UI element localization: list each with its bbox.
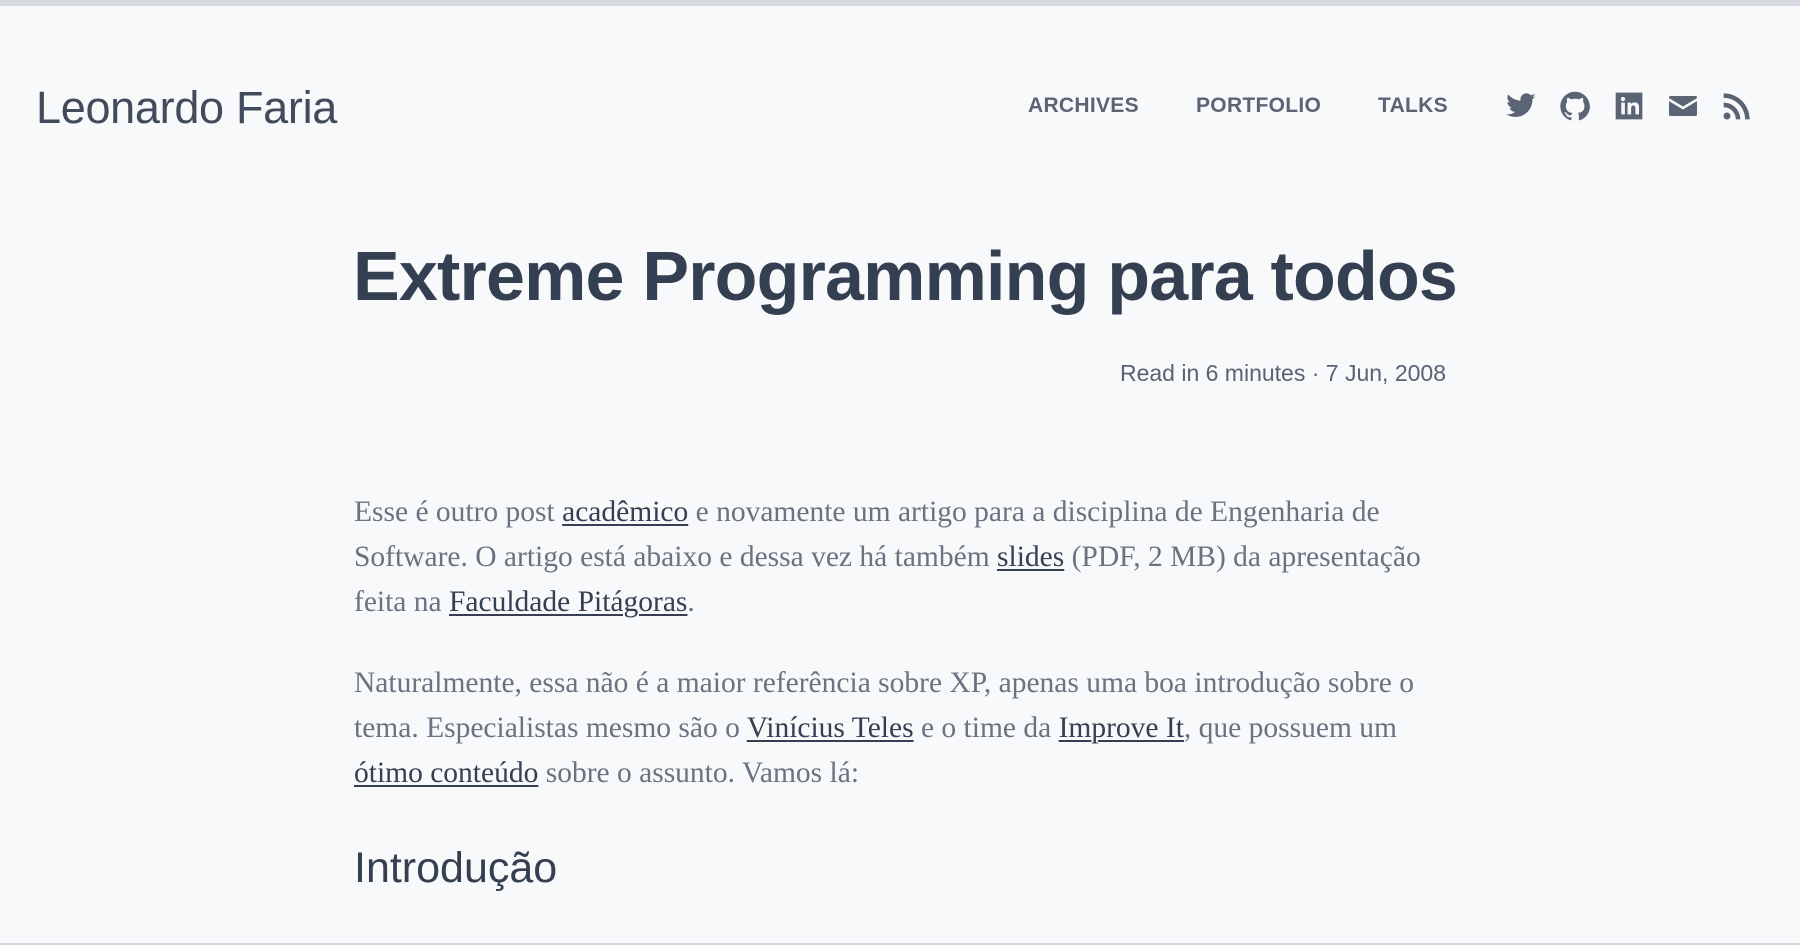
paragraph-text: . (687, 586, 695, 618)
site-title-link[interactable]: Leonardo Faria (36, 80, 337, 136)
rss-icon[interactable] (1721, 90, 1755, 124)
paragraph-text: e o time da (913, 712, 1059, 744)
post-meta: Read in 6 minutes · 7 Jun, 2008 (1119, 360, 1446, 386)
nav-portfolio-link[interactable]: PORTFOLIO (1196, 92, 1321, 120)
improve-it-link[interactable]: Improve It (1059, 712, 1184, 744)
vinicius-teles-link[interactable]: Vinícius Teles (747, 712, 914, 744)
academic-link[interactable]: acadêmico (562, 496, 688, 528)
nav-archives-link[interactable]: ARCHIVES (1028, 92, 1139, 120)
nav-talks-link[interactable]: TALKS (1378, 92, 1448, 120)
paragraph-intro: Esse é outro post acadêmico e novamente … (354, 490, 1454, 625)
github-icon[interactable] (1559, 90, 1593, 124)
slides-link[interactable]: slides (997, 541, 1064, 573)
paragraph-references: Naturalmente, essa não é a maior referên… (354, 661, 1454, 796)
twitter-icon[interactable] (1505, 90, 1539, 124)
faculdade-pitagoras-link[interactable]: Faculdade Pitágoras (449, 586, 687, 618)
paragraph-text: , que possuem um (1183, 712, 1397, 744)
top-border (0, 0, 1800, 6)
post-title: Extreme Programming para todos (353, 237, 1458, 315)
linkedin-icon[interactable] (1613, 90, 1647, 124)
paragraph-text: Esse é outro post (354, 496, 563, 528)
otimo-conteudo-link[interactable]: ótimo conteúdo (354, 757, 538, 789)
email-icon[interactable] (1667, 90, 1701, 124)
paragraph-text: sobre o assunto. Vamos lá: (538, 757, 860, 789)
section-heading: Introdução (354, 844, 558, 892)
post-content: Esse é outro post acadêmico e novamente … (354, 490, 1454, 896)
